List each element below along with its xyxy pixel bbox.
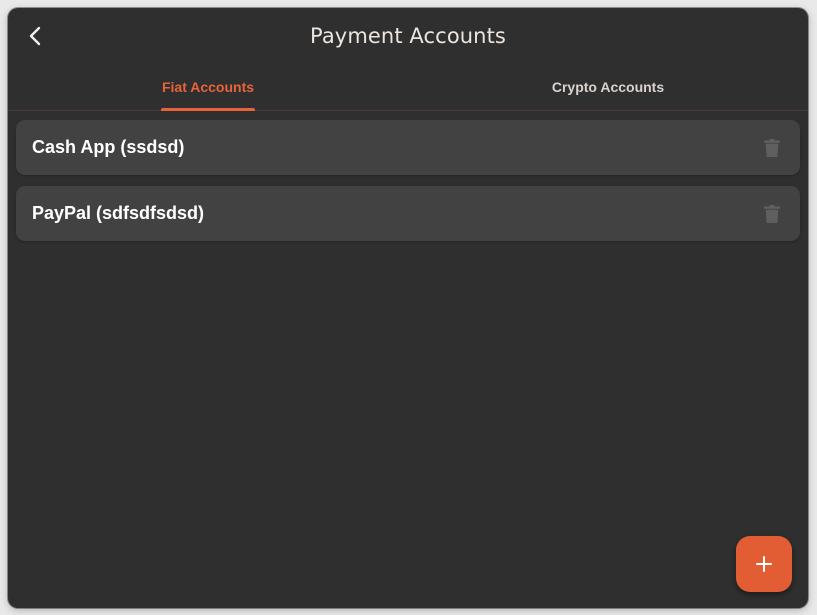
account-item[interactable]: Cash App (ssdsd)	[16, 120, 800, 175]
tab-bar: Fiat Accounts Crypto Accounts	[8, 70, 808, 111]
tab-label: Fiat Accounts	[161, 79, 255, 95]
delete-account-button[interactable]	[760, 136, 784, 160]
app-window: Payment Accounts Fiat Accounts Crypto Ac…	[8, 8, 808, 608]
plus-icon	[756, 556, 772, 572]
active-tab-indicator	[161, 108, 255, 111]
add-account-button[interactable]	[736, 536, 792, 592]
tab-label: Crypto Accounts	[551, 79, 665, 95]
page-title: Payment Accounts	[310, 24, 506, 48]
trash-icon	[764, 138, 780, 157]
account-list: Cash App (ssdsd) PayPal (sdfsdfsdsd)	[16, 120, 800, 252]
tab-crypto-accounts[interactable]: Crypto Accounts	[408, 70, 808, 110]
account-name: PayPal (sdfsdfsdsd)	[32, 203, 205, 223]
delete-account-button[interactable]	[760, 202, 784, 226]
trash-icon	[764, 204, 780, 223]
tab-fiat-accounts[interactable]: Fiat Accounts	[8, 70, 408, 111]
account-item[interactable]: PayPal (sdfsdfsdsd)	[16, 186, 800, 241]
account-name: Cash App (ssdsd)	[32, 137, 185, 157]
